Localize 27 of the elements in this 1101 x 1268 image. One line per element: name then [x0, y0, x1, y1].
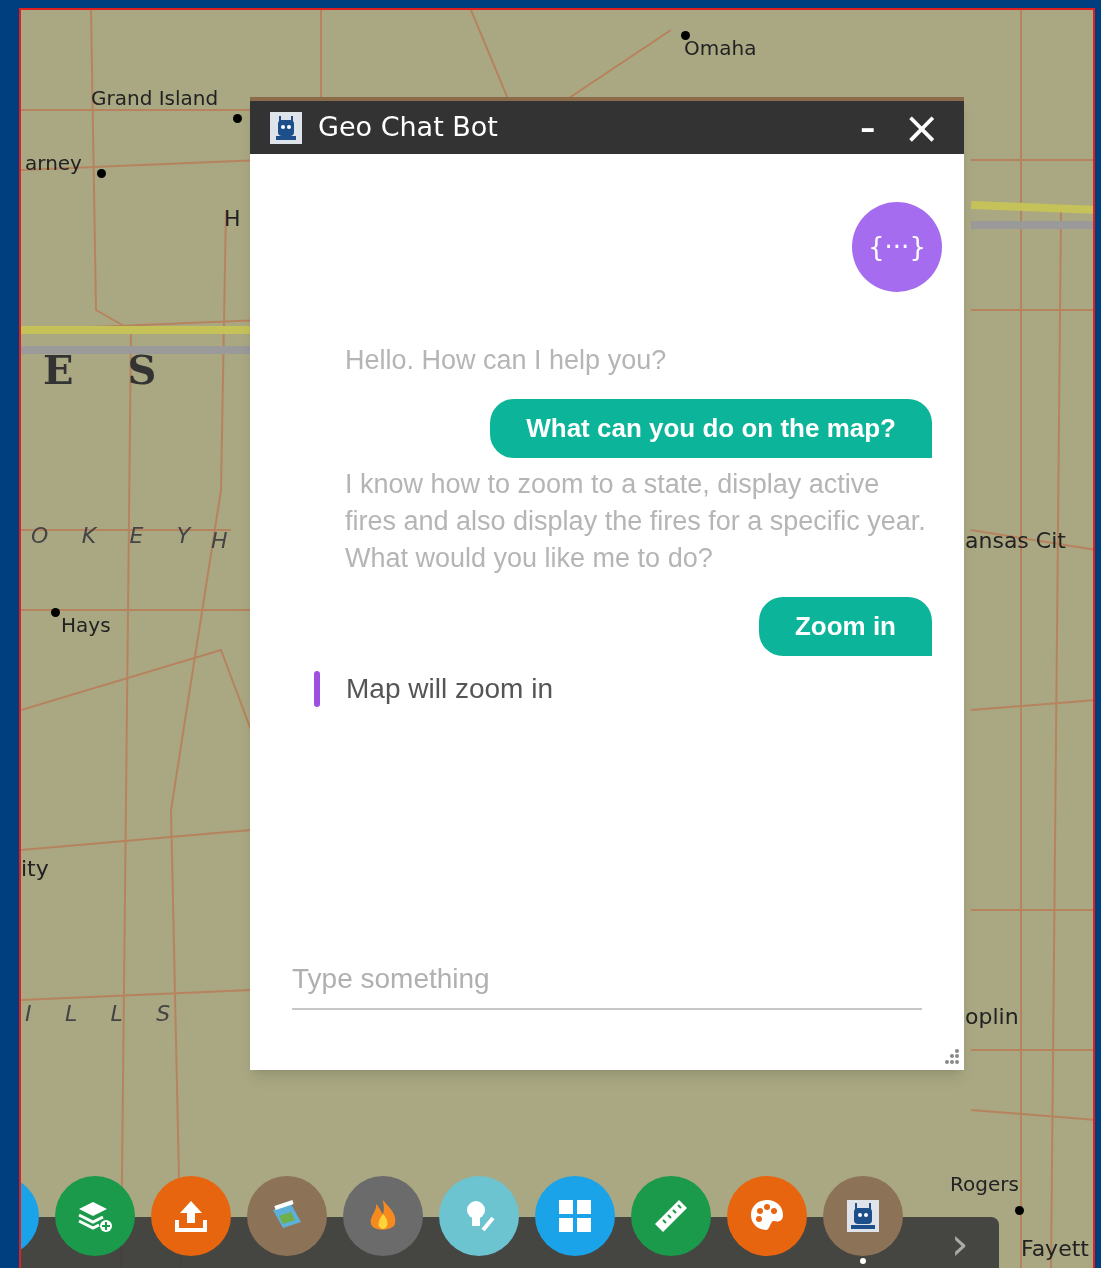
status-message: Map will zoom in	[346, 672, 553, 706]
map-place-label: H	[224, 208, 241, 230]
window-title: Geo Chat Bot	[318, 110, 499, 145]
message-input[interactable]: Type something	[292, 950, 922, 1010]
status-marker	[314, 671, 320, 707]
robot-icon	[270, 111, 302, 144]
map-place-label: Fayett	[1021, 1238, 1089, 1260]
map-place-label: Grand Island	[91, 88, 219, 108]
map-place-label: E S	[43, 350, 177, 390]
map-place-label: ity	[21, 858, 49, 880]
map-place-label: I L L S	[25, 1003, 184, 1025]
map-place-label: oplin	[965, 1006, 1019, 1028]
minimize-button[interactable]: –	[852, 112, 884, 143]
map-place-label: Rogers	[950, 1174, 1019, 1194]
user-message: What can you do on the map?	[490, 399, 932, 458]
map-place-label: Omaha	[684, 38, 757, 58]
map-place-label: ansas Cit	[965, 530, 1066, 552]
bot-avatar: {···}	[852, 202, 942, 292]
user-message: Zoom in	[758, 597, 932, 656]
next-button[interactable]: ›	[951, 1222, 969, 1266]
bot-message: Hello. How can I help you?	[345, 344, 668, 377]
map-place-label: O K E Y	[31, 525, 204, 547]
map-place-label: arney	[25, 153, 82, 173]
map-place-label: Hays	[61, 615, 111, 635]
close-button[interactable]: ×	[899, 105, 944, 150]
bot-message: I know how to zoom to a state, display active fires and also display the fires for a specific year. What would you like me to do?	[345, 468, 927, 575]
map-place-label: H	[211, 530, 241, 552]
